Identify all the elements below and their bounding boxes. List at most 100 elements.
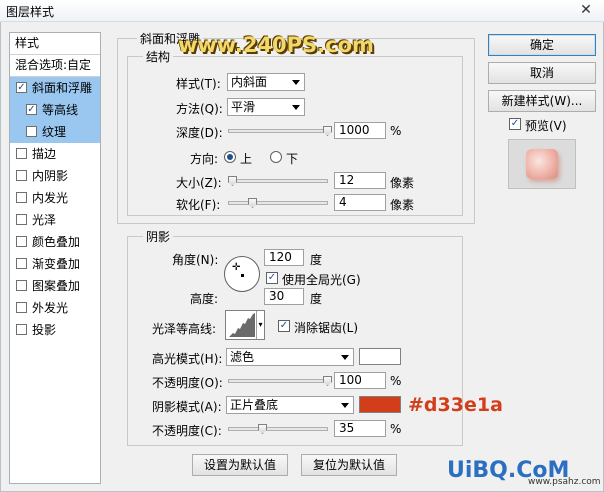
crosshair-icon: ✛ [232,262,241,273]
title-bar: 图层样式 ✕ [0,0,604,22]
style-list-header[interactable]: 样式 [10,33,100,55]
style-item-checkbox[interactable] [16,236,27,247]
altitude-unit: 度 [310,292,323,306]
depth-slider[interactable] [228,125,332,137]
style-item-label: 斜面和浮雕 [32,81,93,95]
style-item[interactable]: 内发光 [10,187,100,209]
shadow-opacity-unit: % [390,422,402,436]
size-unit: 像素 [390,176,415,190]
preview-thumbnail [508,139,576,189]
highlight-mode-label: 高光模式(H): [152,352,223,366]
window-title: 图层样式 [6,5,55,19]
close-icon[interactable]: ✕ [574,2,598,19]
style-item-checkbox[interactable] [16,148,27,159]
blend-options-item[interactable]: 混合选项:自定 [10,55,100,77]
style-item-checkbox[interactable] [16,324,27,335]
slider-thumb[interactable] [228,176,237,186]
highlight-opacity-input[interactable]: 100 [334,372,386,389]
style-item[interactable]: 外发光 [10,297,100,319]
style-select[interactable]: 内斜面 [227,73,305,91]
size-input[interactable]: 12 [334,172,386,189]
altitude-input[interactable]: 30 [264,288,304,305]
shadow-opacity-input[interactable]: 35 [334,420,386,437]
style-item[interactable]: 渐变叠加 [10,253,100,275]
style-item[interactable]: ✓ 斜面和浮雕 [10,77,100,99]
style-item[interactable]: 内阴影 [10,165,100,187]
shadow-mode-value: 正片叠底 [230,398,279,412]
style-item-label: 内发光 [32,191,69,205]
gloss-contour-picker[interactable]: ▾ [225,310,265,340]
preview-label: 预览(V) [525,119,567,133]
style-item[interactable]: 描边 [10,143,100,165]
style-item-checkbox[interactable] [16,280,27,291]
highlight-opacity-unit: % [390,374,402,388]
direction-up-radio[interactable] [224,151,236,163]
angle-input[interactable]: 120 [264,249,304,266]
shadow-color-swatch[interactable] [359,396,401,413]
chevron-down-icon [341,403,349,408]
highlight-mode-select[interactable]: 滤色 [226,348,354,366]
style-item-checkbox[interactable]: ✓ [16,82,27,93]
shadow-opacity-slider[interactable] [228,423,328,435]
style-item-label: 光泽 [32,213,57,227]
technique-select[interactable]: 平滑 [227,98,305,116]
highlight-opacity-label: 不透明度(O): [152,376,223,390]
soften-input[interactable]: 4 [334,194,386,211]
reset-default-button[interactable]: 复位为默认值 [301,454,397,476]
make-default-button[interactable]: 设置为默认值 [192,454,288,476]
style-item[interactable]: 颜色叠加 [10,231,100,253]
depth-input[interactable]: 1000 [334,122,386,139]
style-item-label: 投影 [32,323,57,337]
new-style-button[interactable]: 新建样式(W)... [488,90,596,112]
style-item-checkbox[interactable] [26,126,37,137]
style-item-label: 渐变叠加 [32,257,81,271]
highlight-color-swatch[interactable] [359,348,401,365]
style-select-value: 内斜面 [231,75,268,89]
shading-title: 阴影 [143,228,174,245]
style-item-label: 外发光 [32,301,69,315]
global-light-checkbox[interactable]: ✓ [266,272,278,284]
style-item[interactable]: 光泽 [10,209,100,231]
antialias-checkbox[interactable]: ✓ [278,320,290,332]
style-item-checkbox[interactable] [16,258,27,269]
highlight-opacity-slider[interactable] [228,375,332,387]
shadow-mode-select[interactable]: 正片叠底 [226,396,354,414]
chevron-down-icon[interactable]: ▾ [256,311,264,339]
antialias-label: 消除锯齿(L) [294,321,359,335]
style-item-checkbox[interactable] [16,214,27,225]
style-label: 样式(T): [176,77,221,91]
contour-curve-icon [227,311,257,339]
preview-checkbox[interactable]: ✓ [509,118,521,130]
ok-button[interactable]: 确定 [488,34,596,56]
depth-label: 深度(D): [176,126,223,140]
depth-unit: % [390,124,402,138]
style-item-checkbox[interactable] [16,170,27,181]
style-item-checkbox[interactable] [16,302,27,313]
cancel-button[interactable]: 取消 [488,62,596,84]
soften-label: 软化(F): [176,198,221,212]
style-item[interactable]: ✓ 等高线 [10,99,100,121]
soften-unit: 像素 [390,198,415,212]
direction-down-radio[interactable] [270,151,282,163]
soften-slider[interactable] [228,197,328,209]
style-item[interactable]: 投影 [10,319,100,341]
preview-swatch [526,149,558,179]
global-light-label: 使用全局光(G) [282,273,361,287]
angle-label: 角度(N): [172,253,219,267]
style-item[interactable]: 纹理 [10,121,100,143]
style-item-label: 内阴影 [32,169,69,183]
size-slider[interactable] [228,175,328,187]
style-item-label: 描边 [32,147,57,161]
style-item-checkbox[interactable]: ✓ [26,104,37,115]
chevron-down-icon [292,105,300,110]
size-label: 大小(Z): [176,176,222,190]
shadow-opacity-label: 不透明度(C): [152,424,222,438]
shadow-mode-label: 阴影模式(A): [152,400,222,414]
angle-dial[interactable]: ✛ [224,256,260,292]
style-item-checkbox[interactable] [16,192,27,203]
slider-thumb[interactable] [248,198,257,208]
style-item-label: 图案叠加 [32,279,81,293]
slider-thumb[interactable] [258,424,267,434]
style-item-label: 纹理 [42,125,67,139]
style-item[interactable]: 图案叠加 [10,275,100,297]
